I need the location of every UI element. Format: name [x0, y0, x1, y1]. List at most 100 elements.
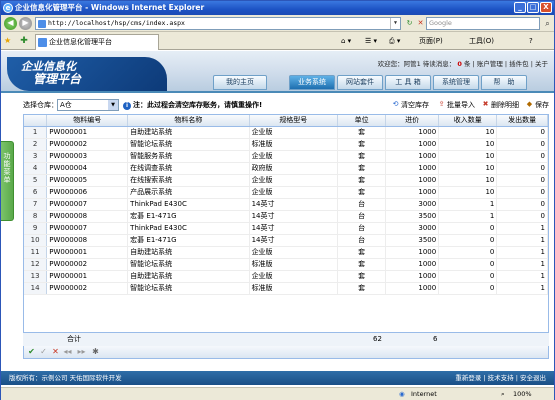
- table-cell[interactable]: 套: [337, 126, 387, 139]
- table-cell[interactable]: PW000003: [46, 150, 129, 163]
- function-menu-toggle[interactable]: 功能菜单: [1, 141, 14, 221]
- table-cell[interactable]: PW000008: [46, 210, 129, 223]
- table-row[interactable]: 4 PW000004 在线调查系统 政府版套 1000 10 0: [24, 162, 548, 175]
- table-cell[interactable]: PW000002: [46, 282, 129, 295]
- table-row[interactable]: 13 PW000001 自助建站系统 企业版套 1000 0 1: [24, 270, 548, 283]
- table-cell[interactable]: 企业版: [249, 246, 339, 259]
- table-cell[interactable]: 套: [337, 270, 387, 283]
- table-cell[interactable]: 智能论坛系统: [127, 138, 250, 151]
- table-cell[interactable]: 14英寸: [249, 234, 339, 247]
- table-cell[interactable]: PW000004: [46, 162, 129, 175]
- refresh-icon[interactable]: ↻: [404, 18, 415, 29]
- table-cell[interactable]: 1000: [385, 174, 440, 187]
- table-cell[interactable]: PW000006: [46, 186, 129, 199]
- table-cell[interactable]: 10: [438, 174, 498, 187]
- table-row[interactable]: 2 PW000002 智能论坛系统 标准版套 1000 10 0: [24, 138, 548, 151]
- table-cell[interactable]: 1000: [385, 162, 440, 175]
- table-cell[interactable]: PW000001: [46, 246, 129, 259]
- table-cell[interactable]: 10: [438, 150, 498, 163]
- table-cell[interactable]: 3000: [385, 222, 440, 235]
- table-cell[interactable]: 在线调查系统: [127, 162, 250, 175]
- nav-tab-home[interactable]: 我的主页: [213, 75, 267, 90]
- table-cell[interactable]: 套: [337, 150, 387, 163]
- forward-button[interactable]: ▶: [19, 17, 32, 30]
- address-dropdown-icon[interactable]: ▼: [390, 18, 400, 29]
- table-cell[interactable]: 0: [496, 126, 548, 139]
- table-row[interactable]: 10 PW000008 宏碁 E1-471G 14英寸台 3500 0 1: [24, 234, 548, 247]
- table-cell[interactable]: 14英寸: [249, 222, 339, 235]
- table-cell[interactable]: 1: [496, 246, 548, 259]
- table-row[interactable]: 9 PW000007 ThinkPad E430C 14英寸台 3000 0 1: [24, 222, 548, 235]
- table-cell[interactable]: 标准版: [249, 258, 339, 271]
- table-cell[interactable]: 0: [438, 222, 498, 235]
- table-cell[interactable]: 0: [496, 174, 548, 187]
- table-cell[interactable]: 0: [496, 186, 548, 199]
- tools-menu[interactable]: 工具(O): [469, 36, 494, 46]
- table-cell[interactable]: 1000: [385, 186, 440, 199]
- minimize-button[interactable]: _: [514, 2, 526, 13]
- table-row[interactable]: 12 PW000002 智能论坛系统 标准版套 1000 0 1: [24, 258, 548, 271]
- table-cell[interactable]: 1000: [385, 258, 440, 271]
- print-icon[interactable]: ⎙ ▾: [389, 36, 400, 46]
- relogin-link[interactable]: 重新登录: [455, 374, 481, 382]
- confirm-icon[interactable]: ✔: [27, 347, 36, 357]
- nav-tab-system[interactable]: 系统管理: [433, 75, 479, 90]
- table-cell[interactable]: 台: [337, 234, 387, 247]
- column-header[interactable]: 单位: [337, 115, 387, 127]
- table-cell[interactable]: 标准版: [249, 138, 339, 151]
- address-field[interactable]: http://localhost/hsp/cms/index.aspx ▼: [35, 17, 401, 30]
- column-header[interactable]: 物料编号: [46, 115, 129, 127]
- table-cell[interactable]: 0: [438, 246, 498, 259]
- table-cell[interactable]: 1000: [385, 270, 440, 283]
- stop-icon[interactable]: ✕: [415, 18, 426, 29]
- add-favorite-icon[interactable]: ✚: [19, 36, 29, 46]
- column-header[interactable]: 收入数量: [438, 115, 498, 127]
- column-header[interactable]: 发出数量: [496, 115, 548, 127]
- table-cell[interactable]: 1: [496, 270, 548, 283]
- table-cell[interactable]: 台: [337, 222, 387, 235]
- table-cell[interactable]: PW000002: [46, 138, 129, 151]
- table-cell[interactable]: 10: [438, 162, 498, 175]
- table-row[interactable]: 1 PW000001 自助建站系统 企业版套 1000 10 0: [24, 126, 548, 139]
- table-cell[interactable]: 0: [438, 270, 498, 283]
- table-row[interactable]: 3 PW000003 智能服务系统 企业版套 1000 10 0: [24, 150, 548, 163]
- table-cell[interactable]: 企业版: [249, 126, 339, 139]
- table-cell[interactable]: 智能论坛系统: [127, 282, 250, 295]
- table-cell[interactable]: 标准版: [249, 282, 339, 295]
- logout-link[interactable]: 安全退出: [520, 374, 546, 382]
- table-cell[interactable]: 3500: [385, 210, 440, 223]
- table-cell[interactable]: 企业版: [249, 150, 339, 163]
- home-icon[interactable]: ⌂ ▾: [341, 36, 351, 46]
- table-cell[interactable]: 套: [337, 186, 387, 199]
- table-cell[interactable]: 0: [496, 210, 548, 223]
- account-link[interactable]: 账户管理: [477, 60, 503, 68]
- nav-tab-toolbox[interactable]: 工 具 箱: [385, 75, 431, 90]
- chevron-down-icon[interactable]: ▼: [108, 100, 118, 110]
- table-cell[interactable]: PW000005: [46, 174, 129, 187]
- table-cell[interactable]: 套: [337, 258, 387, 271]
- table-cell[interactable]: 企业版: [249, 270, 339, 283]
- table-cell[interactable]: PW000001: [46, 270, 129, 283]
- table-cell[interactable]: 14英寸: [249, 210, 339, 223]
- plugins-link[interactable]: 插件包: [509, 60, 529, 68]
- table-cell[interactable]: 套: [337, 282, 387, 295]
- table-cell[interactable]: 10: [438, 138, 498, 151]
- table-cell[interactable]: 套: [337, 138, 387, 151]
- nav-tab-business[interactable]: 业务系统: [289, 75, 335, 90]
- table-cell[interactable]: 0: [496, 198, 548, 211]
- back-button[interactable]: ◀: [4, 17, 17, 30]
- table-row[interactable]: 8 PW000008 宏碁 E1-471G 14英寸台 3500 1 0: [24, 210, 548, 223]
- table-cell[interactable]: 宏碁 E1-471G: [127, 210, 250, 223]
- column-header[interactable]: 物料名称: [127, 115, 250, 127]
- table-cell[interactable]: 10: [438, 186, 498, 199]
- table-cell[interactable]: 智能论坛系统: [127, 258, 250, 271]
- table-cell[interactable]: 自助建站系统: [127, 126, 250, 139]
- table-cell[interactable]: 1: [438, 198, 498, 211]
- table-cell[interactable]: 1000: [385, 246, 440, 259]
- close-button[interactable]: X: [540, 2, 552, 13]
- first-page-icon[interactable]: ✓: [39, 347, 48, 357]
- table-cell[interactable]: 0: [438, 258, 498, 271]
- table-cell[interactable]: 套: [337, 246, 387, 259]
- clear-stock-button[interactable]: ⟲ 清空库存: [391, 100, 429, 110]
- table-row[interactable]: 6 PW000006 产品展示系统 企业版套 1000 10 0: [24, 186, 548, 199]
